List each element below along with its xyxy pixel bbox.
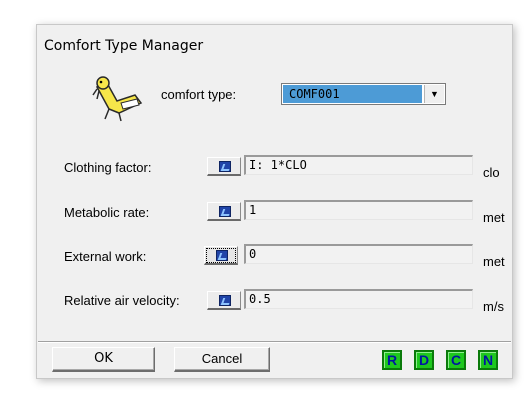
c-button[interactable]: C [446, 350, 466, 370]
comfort-type-manager-dialog: Comfort Type Manager comfort type: COMF0… [36, 24, 513, 379]
r-button[interactable]: R [382, 350, 402, 370]
chevron-down-icon[interactable]: ▼ [424, 85, 444, 103]
cancel-button[interactable]: Cancel [174, 347, 270, 372]
footer-divider [38, 341, 511, 343]
metabolic-rate-field[interactable]: 1 [244, 200, 473, 220]
clothing-factor-unit: clo [483, 165, 500, 180]
edit-icon [219, 295, 231, 306]
relative-air-velocity-unit: m/s [483, 299, 504, 314]
d-button[interactable]: D [414, 350, 434, 370]
relative-air-velocity-edit-button[interactable] [207, 291, 241, 310]
metabolic-rate-label: Metabolic rate: [64, 205, 150, 220]
external-work-label: External work: [64, 249, 147, 264]
edit-icon [219, 206, 231, 217]
relative-air-velocity-field[interactable]: 0.5 [244, 289, 473, 309]
reclining-figure-icon [92, 76, 143, 122]
edit-icon [216, 250, 228, 261]
ok-button[interactable]: OK [52, 347, 155, 372]
comfort-type-selected-value: COMF001 [283, 85, 422, 103]
external-work-unit: met [483, 254, 505, 269]
comfort-type-label: comfort type: [161, 87, 237, 102]
clothing-factor-label: Clothing factor: [64, 160, 152, 175]
edit-icon [219, 161, 231, 172]
comfort-type-select[interactable]: COMF001 ▼ [281, 83, 446, 105]
metabolic-rate-edit-button[interactable] [207, 202, 241, 221]
external-work-field[interactable]: 0 [244, 244, 473, 264]
metabolic-rate-unit: met [483, 210, 505, 225]
n-button[interactable]: N [478, 350, 498, 370]
external-work-edit-button[interactable] [204, 246, 238, 265]
clothing-factor-edit-button[interactable] [207, 157, 241, 176]
relative-air-velocity-label: Relative air velocity: [64, 293, 180, 308]
clothing-factor-field[interactable]: I: 1*CLO [244, 155, 473, 175]
dialog-title: Comfort Type Manager [44, 38, 204, 54]
